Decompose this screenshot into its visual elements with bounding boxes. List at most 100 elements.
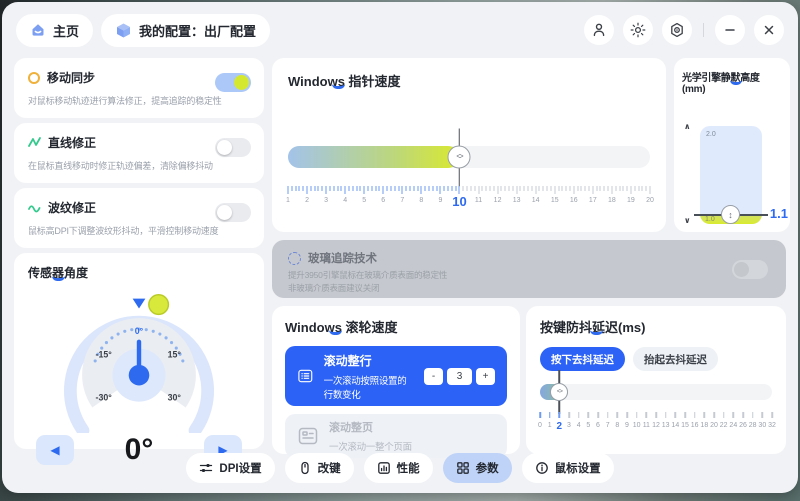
pointer-speed-handle[interactable]: <> xyxy=(448,146,471,169)
ruler-minor-tick xyxy=(360,186,361,191)
ruler-minor-tick xyxy=(417,186,418,191)
ruler-number: 20 xyxy=(710,422,718,429)
home-button[interactable]: 主页 xyxy=(16,14,93,47)
ruler-number: 9 xyxy=(438,197,442,204)
ruler-minor-tick xyxy=(455,186,456,191)
glass-tracking-banner: 玻璃追踪技术 提升3950引擎鼠标在玻璃介质表面的稳定性 非玻璃介质表面建议关闭 xyxy=(272,240,786,298)
lines-increase-button[interactable]: + xyxy=(476,368,495,385)
ruler-number: 7 xyxy=(400,197,404,204)
ruler-tick xyxy=(535,186,536,194)
ruler-minor-tick xyxy=(589,186,590,191)
nav-performance[interactable]: 性能 xyxy=(364,453,433,483)
ruler-minor-tick xyxy=(432,186,433,191)
ruler-tick xyxy=(762,412,764,418)
gauge-needle-hub xyxy=(129,365,150,386)
motion-sync-toggle[interactable] xyxy=(215,73,251,92)
ruler-number: 1 xyxy=(286,197,290,204)
ripple-correction-toggle[interactable] xyxy=(215,203,251,222)
ruler-minor-tick xyxy=(501,186,502,191)
ruler-minor-tick xyxy=(520,186,521,191)
lod-value: 1.1 xyxy=(770,206,788,221)
pointer-speed-slider[interactable]: <> xyxy=(288,146,650,168)
gear-icon xyxy=(669,22,685,38)
ruler-tick xyxy=(578,412,580,418)
gauge-drag-handle[interactable] xyxy=(149,295,169,315)
debounce-handle[interactable]: <> xyxy=(550,383,568,401)
ruler-number: 15 xyxy=(551,197,559,204)
line-correction-icon xyxy=(28,136,41,149)
nav-mouse-settings[interactable]: 鼠标设置 xyxy=(522,453,614,483)
brightness-button[interactable] xyxy=(623,15,653,45)
ruler-tick xyxy=(650,186,651,194)
ruler-minor-tick xyxy=(493,186,494,191)
ruler-minor-tick xyxy=(371,186,372,191)
ruler-number: 11 xyxy=(643,422,650,429)
ruler-number: 12 xyxy=(652,422,660,429)
line-correction-toggle[interactable] xyxy=(215,138,251,157)
sensor-gauge[interactable]: 0° -15° 15° -30° 30° xyxy=(28,281,250,433)
settings-button[interactable] xyxy=(662,15,692,45)
ruler-tick xyxy=(554,186,555,194)
scroll-option-text: 滚动整行 一次滚动按照设置的行数变化 xyxy=(324,352,414,401)
scroll-by-lines-title: 滚动整行 xyxy=(324,352,414,369)
ruler-number: 5 xyxy=(586,422,590,429)
lod-min-label: 1.0 xyxy=(705,216,715,223)
ruler-minor-tick xyxy=(303,186,304,191)
profile-config-button[interactable]: 我的配置：出厂配置 xyxy=(101,14,270,47)
ruler-minor-tick xyxy=(451,186,452,191)
app-window: 主页 我的配置：出厂配置 xyxy=(2,2,798,493)
ruler-number: 14 xyxy=(671,422,679,429)
lines-decrease-button[interactable]: - xyxy=(424,368,443,385)
ruler-number: 5 xyxy=(362,197,366,204)
tab-release-debounce[interactable]: 抬起去抖延迟 xyxy=(633,347,718,371)
ruler-minor-tick xyxy=(642,186,643,191)
nav-parameters[interactable]: 参数 xyxy=(443,453,512,483)
minimize-button[interactable] xyxy=(715,15,745,45)
ruler-tick xyxy=(326,186,327,194)
nav-dpi-settings[interactable]: DPI设置 xyxy=(186,453,274,483)
ripple-correction-title: 波纹修正 xyxy=(48,199,96,216)
ruler-number: 17 xyxy=(589,197,597,204)
lod-down-chevron-icon[interactable]: ∨ xyxy=(684,216,691,225)
ruler-minor-tick xyxy=(413,186,414,191)
ruler-minor-tick xyxy=(406,186,407,191)
ruler-minor-tick xyxy=(486,186,487,191)
ruler-minor-tick xyxy=(322,186,323,191)
ruler-number: 15 xyxy=(681,422,689,429)
nav-key-remap[interactable]: 改键 xyxy=(285,453,354,483)
ruler-minor-tick xyxy=(569,186,570,191)
debounce-slider[interactable]: <> xyxy=(540,384,772,400)
ruler-tick xyxy=(497,186,498,194)
ruler-minor-tick xyxy=(474,186,475,191)
toggle-knob xyxy=(217,140,232,155)
glass-tracking-toggle[interactable] xyxy=(732,260,768,279)
ruler-tick xyxy=(440,186,441,194)
dpi-sliders-icon xyxy=(199,461,213,475)
ruler-tick xyxy=(646,412,648,418)
ruler-number: 16 xyxy=(691,422,699,429)
ruler-minor-tick xyxy=(295,186,296,191)
ruler-minor-tick xyxy=(623,186,624,191)
scroll-by-lines-option[interactable]: 滚动整行 一次滚动按照设置的行数变化 - 3 + xyxy=(285,346,507,406)
scroll-speed-card: Windows 滚轮速度 滚动整行 一次滚动按照设置的行数变化 - 3 + xyxy=(272,306,520,454)
tab-press-debounce[interactable]: 按下去抖延迟 xyxy=(540,347,625,371)
lod-handle[interactable]: ↕ xyxy=(721,205,740,224)
toggle-knob xyxy=(734,262,749,277)
topbar: 主页 我的配置：出厂配置 xyxy=(16,12,784,48)
scroll-by-page-desc: 一次滚动一整个页面 xyxy=(329,439,412,453)
ruler-number: 4 xyxy=(577,422,581,429)
ruler-minor-tick xyxy=(428,186,429,191)
scroll-by-page-option[interactable]: 滚动整页 一次滚动一整个页面 xyxy=(285,414,507,458)
ruler-minor-tick xyxy=(425,186,426,191)
line-correction-card: 直线修正 在鼠标直线移动时修正轨迹偏差，清除偏移抖动 xyxy=(14,123,264,183)
account-button[interactable] xyxy=(584,15,614,45)
ruler-minor-tick xyxy=(585,186,586,191)
debounce-card: 按键防抖延迟(ms) 按下去抖延迟 抬起去抖延迟 <> 012345678910… xyxy=(526,306,786,454)
glass-tracking-icon xyxy=(288,252,301,265)
close-button[interactable] xyxy=(754,15,784,45)
gauge-label-0: 0° xyxy=(135,326,144,336)
ruler-tick xyxy=(742,412,744,418)
ruler-number: 11 xyxy=(475,197,482,204)
ruler-minor-tick xyxy=(577,186,578,191)
lod-up-chevron-icon[interactable]: ∧ xyxy=(684,122,691,131)
